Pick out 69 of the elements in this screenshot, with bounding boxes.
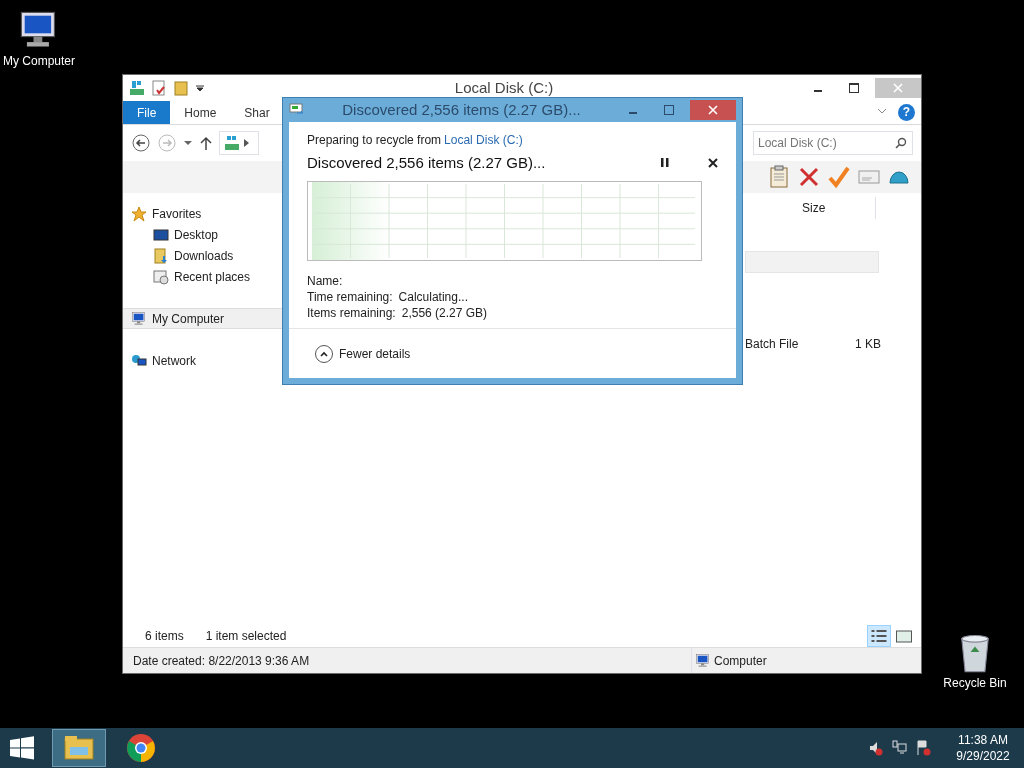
item-count: 6 items [145, 628, 184, 645]
search-icon[interactable] [895, 137, 907, 149]
back-icon[interactable] [131, 133, 151, 153]
date-created-text: Date created: 8/22/2013 9:36 AM [133, 652, 311, 670]
computer-icon [695, 652, 711, 669]
fewer-details-link[interactable]: Fewer details [339, 344, 411, 363]
source-link[interactable]: Local Disk (C:) [444, 131, 523, 149]
nav-item[interactable]: My Computer [123, 308, 283, 329]
dropdown-icon[interactable] [183, 138, 193, 148]
maximize-icon [849, 83, 859, 93]
desktop-icon-label[interactable]: Recycle Bin [943, 674, 1007, 692]
close-button[interactable] [690, 100, 736, 120]
close-icon [708, 105, 718, 115]
clock-date[interactable]: 9/29/2022 [948, 748, 1018, 764]
window-title: Local Disk (C:) [453, 77, 555, 98]
computer-icon [131, 310, 147, 327]
nav-item[interactable]: Downloads [123, 245, 283, 266]
file-tab[interactable]: File [123, 101, 171, 124]
search-field[interactable]: Local Disk (C:) [753, 131, 913, 155]
star-icon [131, 205, 147, 222]
address-bar[interactable] [219, 131, 259, 155]
nav-item[interactable]: Favorites [123, 203, 283, 224]
delete-icon[interactable] [797, 165, 821, 189]
clock-time[interactable]: 11:38 AM [948, 732, 1018, 748]
desktop-icon [153, 226, 169, 243]
ribbon-tab[interactable]: Home [170, 101, 231, 124]
flag-icon[interactable] [914, 739, 932, 757]
location-text: Computer [714, 652, 767, 670]
source-label: Preparing to recycle from [307, 132, 442, 149]
chevron-up-icon [320, 350, 328, 357]
properties-icon[interactable] [151, 80, 167, 96]
detail-label: Items remaining: [307, 304, 396, 321]
detail-label: Name: [307, 272, 343, 289]
detail-value: Calculating... [398, 288, 468, 305]
progress-heading: Discovered 2,556 items (2.27 GB)... [307, 153, 547, 173]
file-size: 1 KB [854, 336, 881, 353]
desktop-icon-label[interactable]: My Computer [3, 52, 75, 70]
nav-item[interactable]: Desktop [123, 224, 283, 245]
file-explorer-icon [62, 733, 96, 763]
copy-dialog-icon [289, 103, 305, 117]
column-header[interactable]: Size [798, 197, 876, 219]
network-icon [131, 352, 147, 369]
recent-places-icon [153, 268, 169, 285]
network-icon[interactable] [890, 739, 908, 757]
clipboard-icon[interactable] [767, 165, 791, 189]
maximize-icon [664, 105, 674, 115]
selection-count: 1 item selected [205, 628, 287, 645]
check-icon[interactable] [827, 165, 851, 189]
detail-value: 2,556 (2.27 GB) [401, 304, 488, 321]
drive-icon[interactable] [129, 80, 145, 96]
close-icon [893, 83, 903, 93]
help-button[interactable]: ? [898, 104, 915, 121]
up-icon[interactable] [199, 135, 213, 151]
dropdown-icon[interactable] [195, 83, 205, 93]
folder-icon [153, 247, 169, 264]
file-row[interactable]: Batch File 1 KB [745, 335, 885, 353]
nav-item[interactable]: Recent places [123, 266, 283, 287]
pause-icon[interactable] [660, 157, 670, 170]
file-type: Batch File [745, 336, 800, 353]
close-icon[interactable] [708, 158, 718, 169]
dialog-title: Discovered 2,556 items (2.27 GB)... [341, 99, 582, 120]
detail-label: Time remaining: [307, 288, 393, 305]
minimize-icon [629, 112, 637, 114]
chrome-icon [125, 732, 157, 764]
ribbon-tab[interactable]: Shar [230, 101, 284, 124]
details-view-icon[interactable] [868, 626, 890, 646]
collapse-button[interactable] [315, 344, 333, 363]
minimize-icon [814, 90, 822, 92]
nav-item[interactable]: Network [123, 350, 283, 371]
